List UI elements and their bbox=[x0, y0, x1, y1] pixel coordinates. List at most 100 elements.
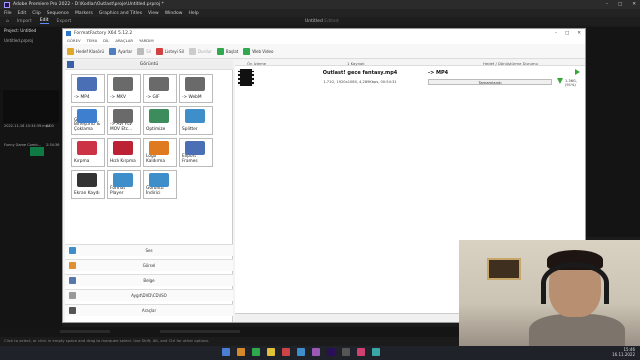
taskbar-app-icon[interactable] bbox=[282, 348, 290, 356]
close-icon[interactable]: ✕ bbox=[632, 2, 636, 7]
column-preview[interactable]: Ön İzleme bbox=[247, 61, 266, 66]
tool-tile[interactable]: Logo Kaldırma bbox=[143, 138, 177, 167]
taskbar-app-icon[interactable] bbox=[342, 348, 350, 356]
toolbar-icon bbox=[155, 47, 163, 55]
timeline-track[interactable] bbox=[160, 330, 240, 333]
column-target[interactable]: Hedef / Dönüştürme Durumu bbox=[483, 61, 538, 66]
premiere-project-panel: Project: Untitled Untitled.prproj 2022-1… bbox=[0, 27, 62, 327]
tool-tile[interactable]: Kırpma bbox=[71, 138, 105, 167]
tool-tile-label: -> MP4 bbox=[74, 95, 90, 101]
tool-tile[interactable]: -> MP4 bbox=[71, 74, 105, 103]
video-tools-grid: -> MP4 -> MKV -> GIF -> WebM Görüntü Birleşt… bbox=[71, 74, 221, 199]
project-panel-tab[interactable]: Project: Untitled bbox=[4, 28, 36, 33]
ff-menubar: GÖREV TEMA DİL ARAÇLAR YARDIM bbox=[63, 37, 585, 44]
menu-clip[interactable]: Clip bbox=[32, 11, 41, 16]
taskbar-app-icon[interactable] bbox=[267, 348, 275, 356]
timeline-track[interactable] bbox=[60, 330, 110, 333]
ff-minimize-icon[interactable]: – bbox=[555, 31, 557, 36]
maximize-icon[interactable]: □ bbox=[618, 2, 622, 7]
wall-picture bbox=[487, 258, 521, 280]
taskbar-app-icon[interactable] bbox=[237, 348, 245, 356]
toolbar-icon bbox=[137, 47, 145, 55]
taskbar-app-icon[interactable] bbox=[372, 348, 380, 356]
toolbar-button-0[interactable]: Hedef Klasörü bbox=[67, 47, 104, 55]
minimize-icon[interactable]: – bbox=[606, 2, 608, 7]
clip-thumbnail[interactable] bbox=[3, 90, 59, 123]
tool-tile[interactable]: -> GIF bbox=[143, 74, 177, 103]
taskbar-app-icon[interactable] bbox=[312, 348, 320, 356]
category-row[interactable]: Görsel bbox=[65, 259, 233, 271]
tool-tile-icon bbox=[113, 77, 133, 91]
play-icon[interactable] bbox=[575, 69, 580, 75]
tool-tile-icon bbox=[149, 141, 169, 155]
tool-tile-icon bbox=[149, 77, 169, 91]
category-icon bbox=[69, 262, 76, 269]
toolbar-button-4[interactable]: Durdur bbox=[188, 47, 212, 55]
tool-tile[interactable]: Ekran Kaydı bbox=[71, 170, 105, 199]
ff-close-icon[interactable]: ✕ bbox=[577, 31, 581, 36]
tool-tile[interactable]: Optimize bbox=[143, 106, 177, 135]
toolbar-button-3[interactable]: Listeyi Sil bbox=[155, 47, 184, 55]
tab-edit[interactable]: Edit bbox=[39, 18, 49, 24]
audio-clip-thumbnail[interactable] bbox=[30, 147, 44, 156]
tool-tile[interactable]: Görüntü İndirici bbox=[143, 170, 177, 199]
tool-tile-label: Export Frames bbox=[182, 154, 198, 165]
ff-menu-language[interactable]: DİL bbox=[103, 38, 109, 43]
category-row[interactable]: Araçlar bbox=[65, 304, 233, 316]
home-icon[interactable]: ⌂ bbox=[6, 19, 9, 24]
menu-sequence[interactable]: Sequence bbox=[47, 11, 69, 16]
tab-export[interactable]: Export bbox=[57, 19, 72, 24]
tool-tile[interactable]: Export Frames bbox=[179, 138, 213, 167]
task-row[interactable]: Outlast! gece fantasy.mp4 1.71G, 1920x10… bbox=[235, 67, 585, 91]
column-source[interactable]: 1 Kaynak bbox=[347, 61, 365, 66]
tool-tile[interactable]: -> AVI FLV MOV Etc... bbox=[107, 106, 141, 135]
toolbar-label: Durdur bbox=[197, 48, 212, 54]
task-target-format: -> MP4 bbox=[428, 70, 449, 76]
toolbar-button-1[interactable]: Ayarlar bbox=[109, 47, 133, 55]
tool-tile[interactable]: Format Player bbox=[107, 170, 141, 199]
ff-function-panel: Görüntü -> MP4 -> MKV -> GIF -> WebM Görüntü… bbox=[65, 60, 233, 322]
toolbar-button-6[interactable]: Web Video bbox=[243, 47, 273, 55]
taskbar-app-icon[interactable] bbox=[297, 348, 305, 356]
menu-file[interactable]: File bbox=[4, 11, 12, 16]
tool-tile[interactable]: -> WebM bbox=[179, 74, 213, 103]
taskbar-app-icon[interactable] bbox=[252, 348, 260, 356]
download-arrow-icon bbox=[557, 78, 563, 84]
menu-edit[interactable]: Edit bbox=[18, 11, 27, 16]
category-row[interactable]: Ses bbox=[65, 244, 233, 256]
toolbar-label: Ayarlar bbox=[118, 48, 133, 54]
menu-help[interactable]: Help bbox=[188, 11, 198, 16]
category-video[interactable]: Görüntü bbox=[65, 60, 233, 70]
task-status-bar: Tamamlandı bbox=[428, 79, 552, 85]
category-row[interactable]: Belge bbox=[65, 274, 233, 286]
tool-tile[interactable]: Görüntü Birleştirici & Çoklama bbox=[71, 106, 105, 135]
ff-menu-theme[interactable]: TEMA bbox=[87, 38, 98, 43]
ff-menu-tools[interactable]: ARAÇLAR bbox=[115, 38, 133, 43]
premiere-window-title: Adobe Premiere Pro 2022 - D:\Kodlar\Outl… bbox=[13, 2, 164, 7]
category-row[interactable]: Aygıt\DVD\CD\ISO bbox=[65, 289, 233, 301]
toolbar-button-2[interactable]: Sil bbox=[137, 47, 151, 55]
film-icon bbox=[238, 69, 254, 86]
tool-tile[interactable]: Hızlı Kırpma bbox=[107, 138, 141, 167]
taskbar-app-icon[interactable] bbox=[357, 348, 365, 356]
tool-tile-label: Hızlı Kırpma bbox=[110, 159, 136, 165]
tab-import[interactable]: Import bbox=[17, 19, 32, 24]
ff-maximize-icon[interactable]: □ bbox=[565, 31, 569, 36]
taskbar-app-icon[interactable] bbox=[222, 348, 230, 356]
taskbar-clock[interactable]: 15:46 16.11.2022 bbox=[612, 347, 635, 357]
tool-tile-label: Optimize bbox=[146, 127, 166, 133]
tool-tile[interactable]: -> MKV bbox=[107, 74, 141, 103]
ff-menu-task[interactable]: GÖREV bbox=[67, 38, 81, 43]
category-icon bbox=[69, 247, 76, 254]
webcam-overlay bbox=[459, 240, 640, 346]
ff-menu-help[interactable]: YARDIM bbox=[139, 38, 154, 43]
menu-markers[interactable]: Markers bbox=[75, 11, 93, 16]
toolbar-button-5[interactable]: Başlat bbox=[216, 47, 238, 55]
menu-view[interactable]: View bbox=[148, 11, 159, 16]
tool-tile[interactable]: Splitter bbox=[179, 106, 213, 135]
toolbar-icon bbox=[67, 47, 74, 55]
taskbar-app-icon[interactable] bbox=[327, 348, 335, 356]
menu-graphics[interactable]: Graphics and Titles bbox=[99, 11, 142, 16]
category-label: Aygıt\DVD\CD\ISO bbox=[131, 293, 167, 298]
menu-window[interactable]: Window bbox=[165, 11, 183, 16]
